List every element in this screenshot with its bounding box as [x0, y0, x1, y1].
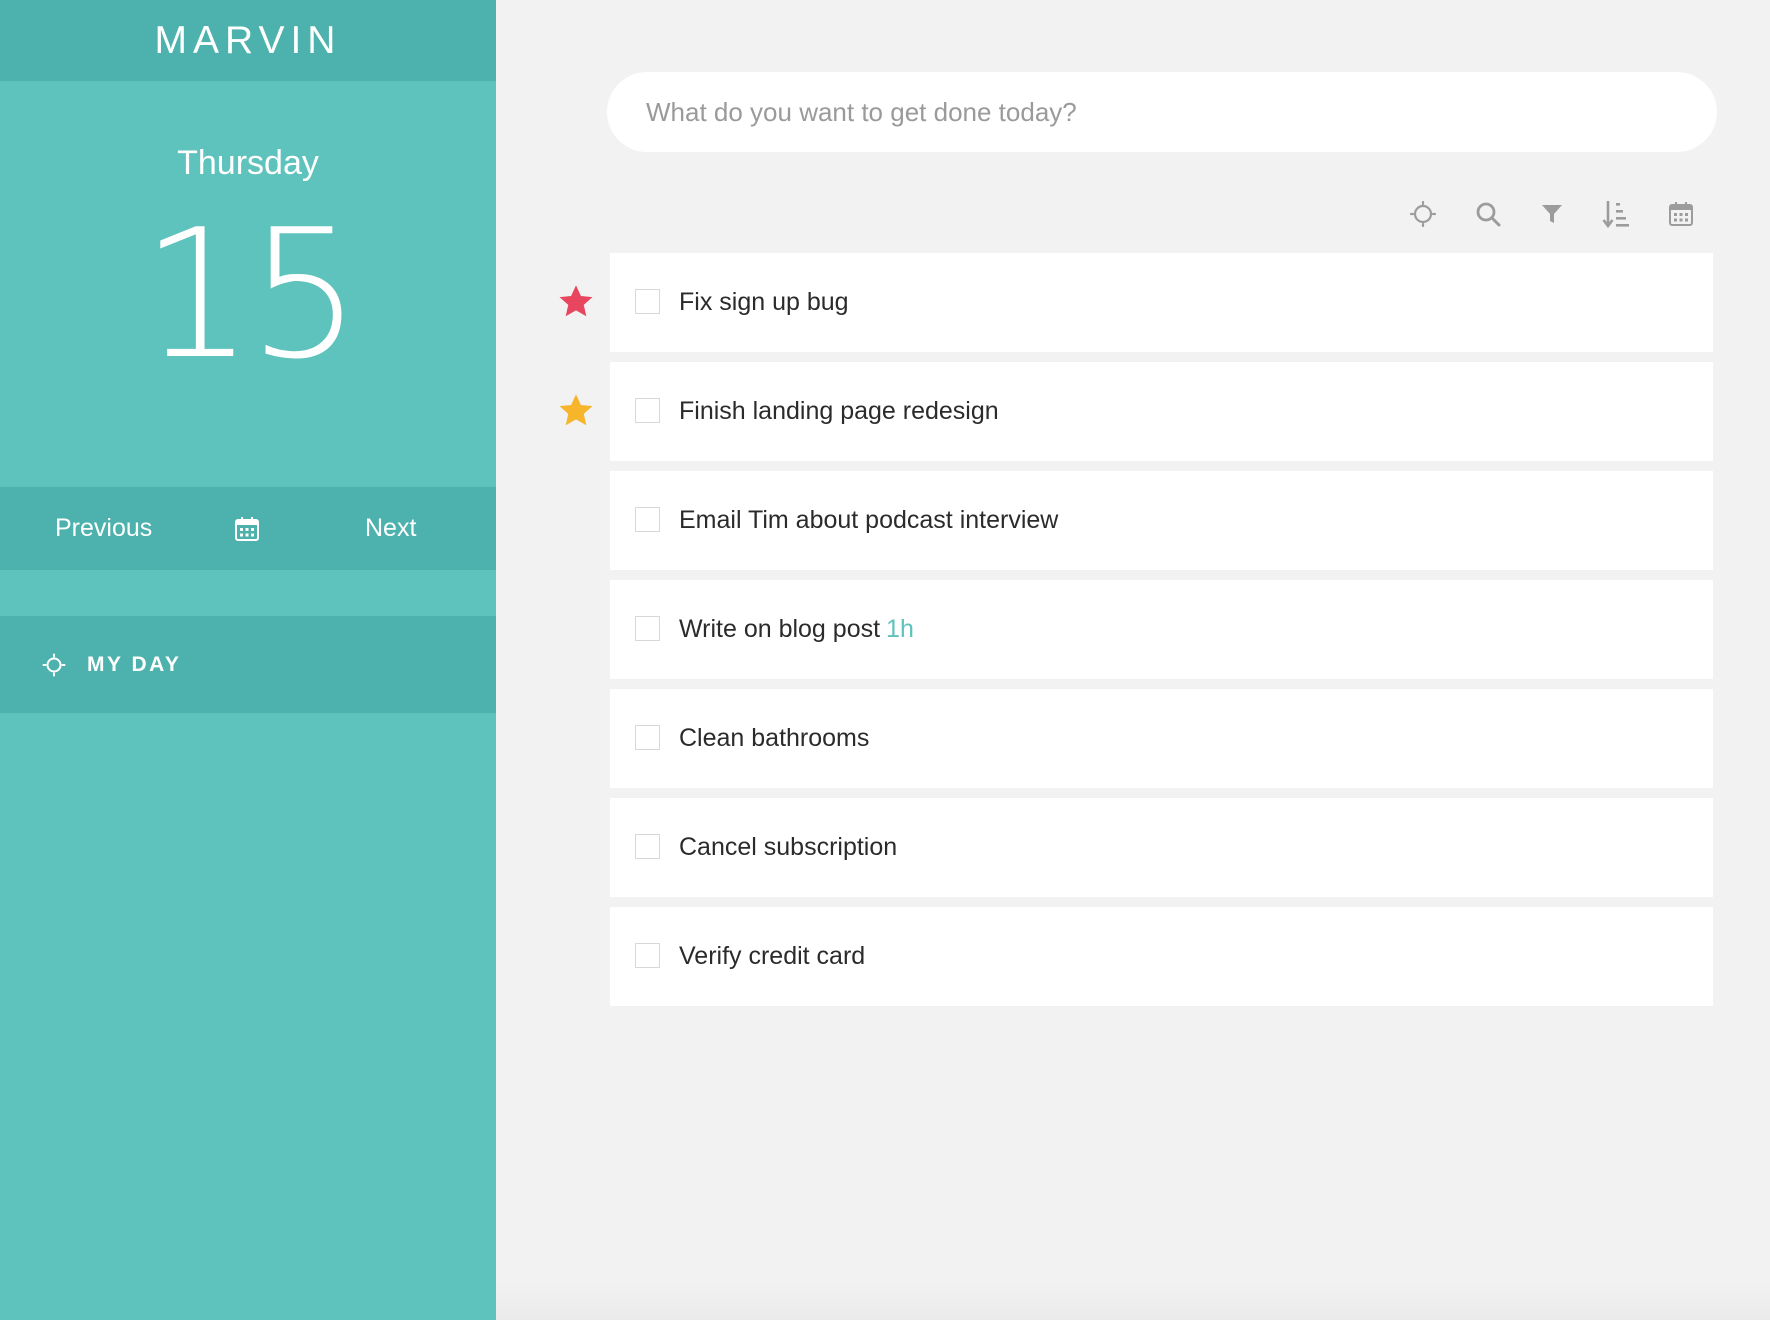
brand-bar: MARVIN	[0, 0, 496, 81]
task-checkbox[interactable]	[635, 289, 660, 314]
task-title: Email Tim about podcast interview	[679, 506, 1059, 534]
star-icon[interactable]	[557, 392, 595, 430]
task-row[interactable]: Clean bathrooms	[610, 689, 1713, 788]
filter-icon[interactable]	[1534, 196, 1570, 232]
calendar-icon[interactable]	[1663, 196, 1699, 232]
task-title-wrap: Write on blog post 1h	[679, 580, 914, 679]
list-toolbar	[1405, 196, 1725, 232]
task-row[interactable]: Verify credit card	[610, 907, 1713, 1006]
task-checkbox[interactable]	[635, 616, 660, 641]
task-row[interactable]: Email Tim about podcast interview	[610, 471, 1713, 570]
sidebar: MARVIN Thursday 15 Previous Next MY DAY	[0, 0, 496, 1320]
task-title: Write on blog post	[679, 615, 881, 643]
sidebar-item-label: MY DAY	[87, 653, 182, 676]
app-logo: MARVIN	[154, 18, 342, 62]
sidebar-item-my-day[interactable]: MY DAY	[0, 616, 496, 713]
task-row[interactable]: Write on blog post 1h	[610, 580, 1713, 679]
task-checkbox[interactable]	[635, 507, 660, 532]
day-navigation: Previous Next	[0, 487, 496, 570]
star-icon[interactable]	[557, 283, 595, 321]
task-duration: 1h	[886, 615, 914, 643]
search-icon[interactable]	[1470, 196, 1506, 232]
task-list: Fix sign up bug Finish landing page rede…	[559, 253, 1713, 1016]
task-row[interactable]: Fix sign up bug	[559, 253, 1713, 352]
day-number: 15	[140, 191, 362, 398]
sun-icon[interactable]	[1405, 196, 1441, 232]
task-title: Clean bathrooms	[679, 724, 870, 752]
task-checkbox[interactable]	[635, 725, 660, 750]
task-checkbox[interactable]	[635, 834, 660, 859]
task-title: Fix sign up bug	[679, 288, 849, 316]
task-checkbox[interactable]	[635, 398, 660, 423]
next-day-button[interactable]: Next	[365, 487, 416, 570]
previous-day-button[interactable]: Previous	[55, 487, 152, 570]
sort-icon[interactable]	[1598, 196, 1634, 232]
task-row[interactable]: Finish landing page redesign	[559, 362, 1713, 461]
calendar-icon[interactable]	[234, 516, 260, 542]
bottom-shade	[496, 1280, 1770, 1320]
sun-icon	[42, 653, 66, 677]
task-checkbox[interactable]	[635, 943, 660, 968]
new-task-input[interactable]	[607, 72, 1717, 152]
task-title: Verify credit card	[679, 942, 866, 970]
task-title: Cancel subscription	[679, 833, 898, 861]
task-row[interactable]: Cancel subscription	[610, 798, 1713, 897]
task-title: Finish landing page redesign	[679, 397, 999, 425]
weekday-label: Thursday	[177, 144, 319, 182]
